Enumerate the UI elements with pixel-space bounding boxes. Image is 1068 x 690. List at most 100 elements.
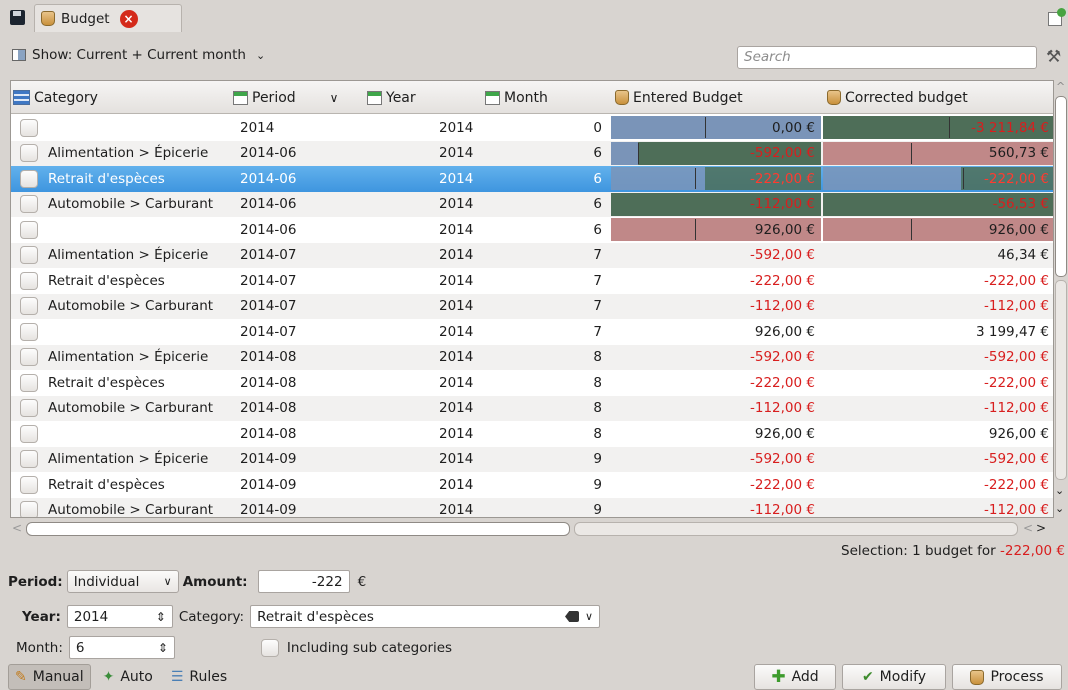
- corrected-budget-cell: -3 211,84 €: [971, 119, 1049, 136]
- table-row[interactable]: Alimentation > Épicerie 2014-06 2014 6 -592,…: [11, 140, 1053, 166]
- header-period[interactable]: Period ∨: [233, 81, 338, 114]
- month-spinbox[interactable]: 6 ⇕: [68, 636, 175, 659]
- category-cell: Alimentation > Épicerie: [48, 145, 209, 162]
- save-icon[interactable]: [10, 10, 25, 25]
- horizontal-scrollbar[interactable]: < < >: [10, 520, 1054, 538]
- tab-manual[interactable]: ✎ Manual: [8, 664, 91, 690]
- amount-input[interactable]: -222: [257, 570, 350, 593]
- tab-budget[interactable]: Budget ×: [34, 4, 182, 32]
- horizontal-scroll-track[interactable]: [574, 522, 1018, 536]
- chevron-down-icon[interactable]: ∨: [585, 610, 593, 623]
- close-tab-icon[interactable]: ×: [119, 9, 138, 28]
- clear-icon[interactable]: [565, 611, 580, 622]
- row-checkbox-cell: [20, 421, 40, 447]
- table-row[interactable]: Retrait d'espèces 2014-08 2014 8 -222,00 € -2…: [11, 370, 1053, 396]
- table-row[interactable]: Alimentation > Épicerie 2014-07 2014 7 -592,…: [11, 242, 1053, 268]
- row-checkbox[interactable]: [20, 348, 38, 367]
- calendar-icon: [367, 90, 382, 105]
- entered-budget-cell: -222,00 €: [750, 476, 815, 493]
- process-button[interactable]: Process: [952, 664, 1062, 690]
- row-checkbox[interactable]: [20, 297, 38, 316]
- year-cell: 2014: [439, 425, 474, 442]
- row-checkbox[interactable]: [20, 118, 38, 137]
- period-cell: 2014-07: [240, 298, 297, 315]
- modify-button[interactable]: ✔ Modify: [842, 664, 946, 690]
- period-cell: 2014-09: [240, 476, 297, 493]
- row-checkbox[interactable]: [20, 424, 38, 443]
- spinner-icon[interactable]: ⇕: [158, 641, 168, 655]
- header-corrected-budget[interactable]: Corrected budget: [827, 81, 968, 114]
- row-checkbox[interactable]: [20, 144, 38, 163]
- row-checkbox[interactable]: [20, 475, 38, 494]
- scroll-right-icon[interactable]: >: [1036, 521, 1046, 535]
- month-cell: 6: [593, 170, 602, 187]
- category-cell: [48, 115, 238, 141]
- scroll-left-icon[interactable]: <: [12, 521, 22, 535]
- scroll-down-icon[interactable]: ⌄: [1055, 484, 1064, 497]
- row-checkbox[interactable]: [20, 271, 38, 290]
- header-entered-budget[interactable]: Entered Budget: [615, 81, 743, 114]
- table-row[interactable]: Alimentation > Épicerie 2014-09 2014 9 -592,…: [11, 446, 1053, 472]
- row-checkbox[interactable]: [20, 322, 38, 341]
- table-row[interactable]: Alimentation > Épicerie 2014-08 2014 8 -592,…: [11, 344, 1053, 371]
- table-row[interactable]: Retrait d'espèces 2014-06 2014 6 -222,00 € -2…: [11, 166, 1053, 192]
- header-month[interactable]: Month: [485, 81, 548, 114]
- table-row[interactable]: Automobile > Carburant 2014-08 2014 8 -112,0…: [11, 395, 1053, 421]
- table-row[interactable]: Retrait d'espèces 2014-07 2014 7 -222,00 € -2…: [11, 268, 1053, 294]
- scroll-up-icon[interactable]: ^: [1056, 80, 1065, 93]
- period-cell: 2014-07: [240, 272, 297, 289]
- row-checkbox-cell: [20, 345, 40, 371]
- vertical-scrollbar[interactable]: ^ ⌄ ⌄: [1054, 80, 1068, 518]
- table-row[interactable]: 2014-08 2014 8 926,00 € 926,00 €: [11, 421, 1053, 447]
- scroll-left-icon-2[interactable]: <: [1023, 521, 1033, 535]
- spinner-icon[interactable]: ⇕: [156, 610, 166, 624]
- table-row[interactable]: 2014-06 2014 6 926,00 € 926,00 €: [11, 217, 1053, 243]
- new-tab-icon[interactable]: [1048, 8, 1066, 26]
- tools-icon[interactable]: ⚒: [1046, 47, 1061, 67]
- row-checkbox-cell: [20, 217, 40, 243]
- vertical-scroll-thumb[interactable]: [1055, 96, 1067, 277]
- corrected-budget-cell: 926,00 €: [988, 425, 1049, 442]
- category-cell: [48, 421, 238, 447]
- show-filter-button[interactable]: Show: Current + Current month ⌄: [12, 47, 265, 63]
- entered-budget-cell: -592,00 €: [750, 451, 815, 468]
- table-header: Category Period ∨ Year Month Entered Bud…: [11, 81, 1053, 114]
- search-input[interactable]: Search: [737, 46, 1037, 69]
- row-checkbox-cell: [20, 498, 40, 517]
- table-row[interactable]: 2014 2014 0 0,00 € -3 211,84 €: [11, 115, 1053, 141]
- row-checkbox[interactable]: [20, 501, 38, 517]
- category-input[interactable]: Retrait d'espèces ∨: [250, 605, 601, 628]
- row-checkbox[interactable]: [20, 373, 38, 392]
- chevron-down-icon: ⌄: [255, 48, 266, 62]
- show-filter-icon: [12, 49, 26, 61]
- row-checkbox[interactable]: [20, 399, 38, 418]
- scroll-down-icon-2[interactable]: ⌄: [1055, 502, 1064, 515]
- row-checkbox[interactable]: [20, 220, 38, 239]
- category-cell: Retrait d'espèces: [48, 476, 165, 493]
- row-checkbox[interactable]: [20, 195, 38, 214]
- subcategories-checkbox[interactable]: [260, 638, 279, 657]
- period-select[interactable]: Individual ∨: [66, 570, 179, 593]
- row-checkbox[interactable]: [20, 169, 38, 188]
- year-spinbox[interactable]: 2014 ⇕: [66, 605, 173, 628]
- horizontal-scroll-thumb[interactable]: [26, 522, 570, 536]
- table-row[interactable]: Automobile > Carburant 2014-06 2014 6 -112,0…: [11, 191, 1053, 217]
- row-checkbox[interactable]: [20, 246, 38, 265]
- tab-rules[interactable]: ☰ Rules: [165, 664, 233, 690]
- category-cell: Automobile > Carburant: [48, 400, 214, 417]
- table-row[interactable]: Automobile > Carburant 2014-07 2014 7 -112,0…: [11, 293, 1053, 319]
- table-row[interactable]: Retrait d'espèces 2014-09 2014 9 -222,00 € -2…: [11, 472, 1053, 498]
- category-cell: Retrait d'espèces: [48, 170, 165, 187]
- month-cell: 6: [593, 196, 602, 213]
- month-cell: 8: [593, 400, 602, 417]
- table-row[interactable]: 2014-07 2014 7 926,00 € 3 199,47 €: [11, 319, 1053, 345]
- month-cell: 9: [593, 451, 602, 468]
- add-button[interactable]: ✚ Add: [754, 664, 836, 690]
- header-category[interactable]: Category: [13, 81, 98, 114]
- row-checkbox[interactable]: [20, 450, 38, 469]
- period-cell: 2014-06: [240, 221, 297, 238]
- header-year[interactable]: Year: [367, 81, 416, 114]
- vertical-scroll-track[interactable]: [1055, 280, 1067, 480]
- tab-auto[interactable]: ✦ Auto: [97, 664, 159, 690]
- table-row[interactable]: Automobile > Carburant 2014-09 2014 9 -112,0…: [11, 497, 1053, 517]
